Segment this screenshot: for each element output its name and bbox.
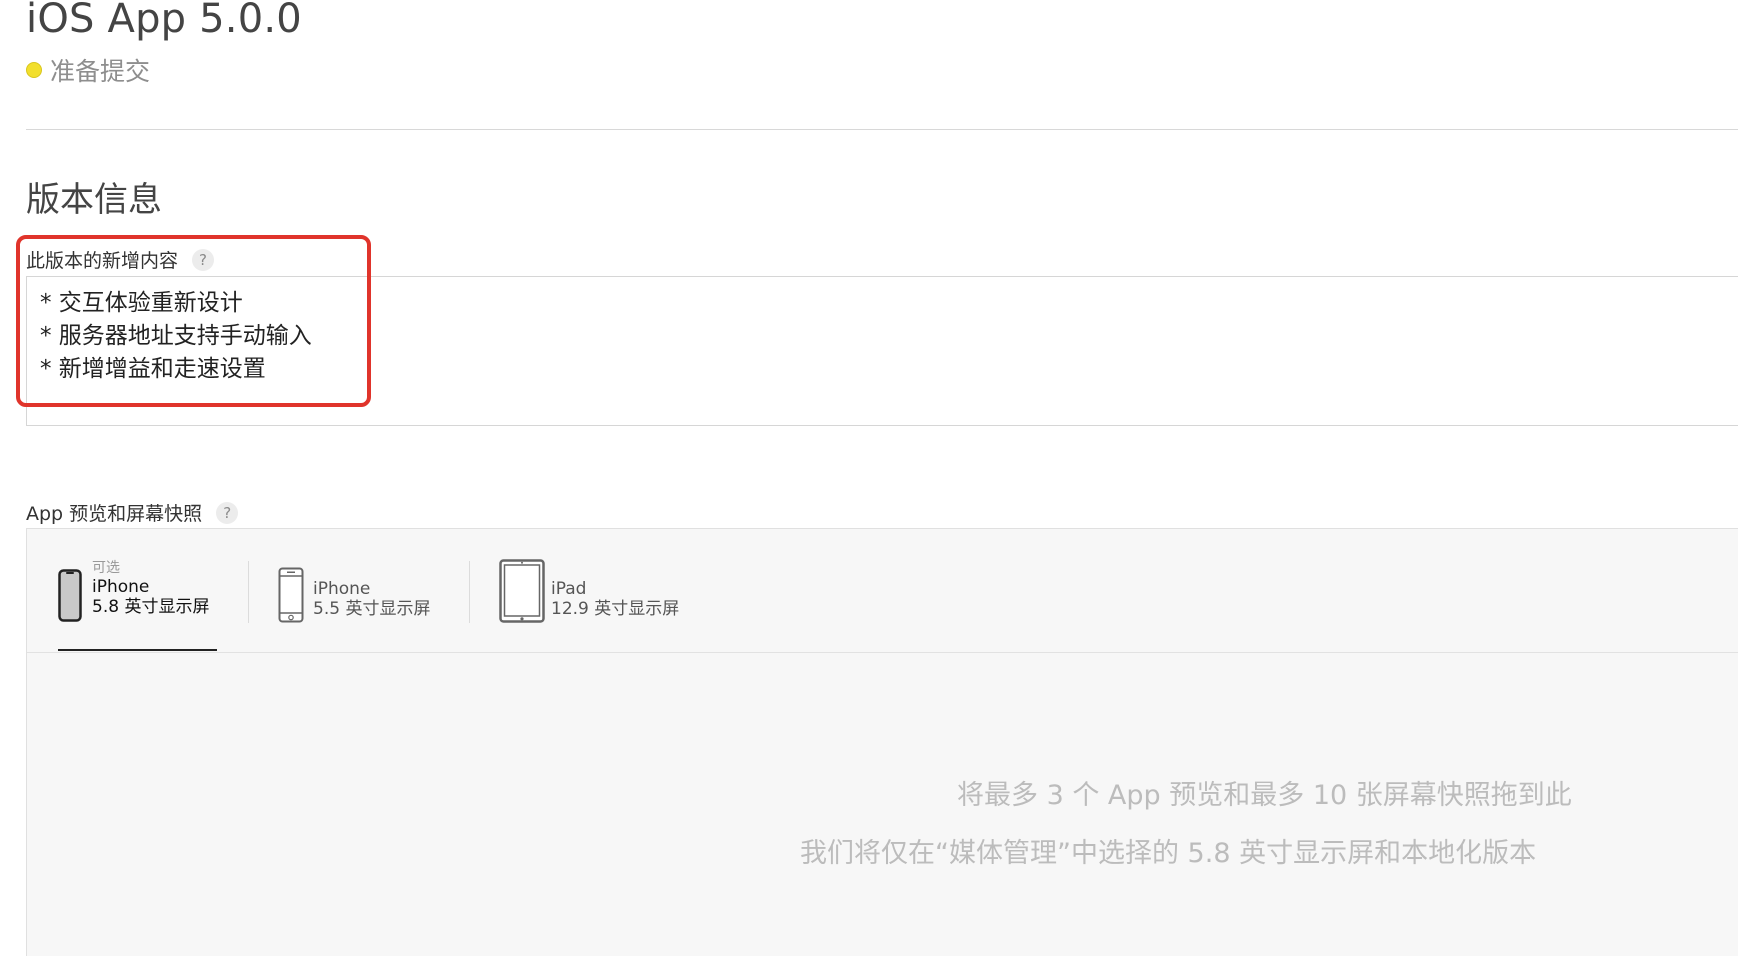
drop-zone-subhint: 我们将仅在“媒体管理”中选择的 5.8 英寸显示屏和本地化版本 xyxy=(800,838,1537,869)
status-dot-icon xyxy=(26,62,42,78)
tab-text: iPhone 5.5 英寸显示屏 xyxy=(313,579,430,619)
iphone-icon xyxy=(278,567,304,623)
whats-new-line: * 交互体验重新设计 xyxy=(40,290,243,316)
status-text: 准备提交 xyxy=(50,57,151,86)
app-version-title: iOS App 5.0.0 xyxy=(26,0,302,42)
tab-device-label: iPhone xyxy=(92,577,150,597)
media-panel: 可选 iPhone 5.8 英寸显示屏 iPhone 5.5 英寸显示屏 iPa… xyxy=(26,528,1738,956)
tab-ipad-12-9[interactable]: iPad 12.9 英寸显示屏 xyxy=(470,529,730,652)
tab-iphone-5-8[interactable]: 可选 iPhone 5.8 英寸显示屏 xyxy=(27,529,247,652)
help-icon[interactable]: ? xyxy=(216,501,239,524)
tab-size-label: 12.9 英寸显示屏 xyxy=(551,599,680,619)
iphone-x-icon xyxy=(58,569,82,622)
media-label-row: App 预览和屏幕快照 ? xyxy=(26,499,239,526)
whats-new-line: * 服务器地址支持手动输入 xyxy=(40,323,312,349)
device-tabs: 可选 iPhone 5.8 英寸显示屏 iPhone 5.5 英寸显示屏 iPa… xyxy=(27,529,1738,653)
header-divider xyxy=(26,129,1738,130)
whats-new-label-row: 此版本的新增内容 ? xyxy=(26,246,215,273)
media-label: App 预览和屏幕快照 xyxy=(26,503,203,525)
tab-optional-label: 可选 xyxy=(92,560,120,576)
tab-device-label: iPhone xyxy=(313,579,371,599)
whats-new-label: 此版本的新增内容 xyxy=(26,250,179,272)
tab-size-label: 5.5 英寸显示屏 xyxy=(313,599,431,619)
status-indicator: 准备提交 xyxy=(26,52,150,88)
tab-device-label: iPad xyxy=(551,579,587,599)
section-title-version-info: 版本信息 xyxy=(26,180,162,220)
whats-new-line: * 新增增益和走速设置 xyxy=(40,356,266,382)
app-store-connect-page: iOS App 5.0.0 准备提交 版本信息 此版本的新增内容 ? * 交互体… xyxy=(0,0,1738,956)
whats-new-textarea[interactable]: * 交互体验重新设计 * 服务器地址支持手动输入 * 新增增益和走速设置 xyxy=(26,276,1738,426)
help-icon[interactable]: ? xyxy=(192,248,215,271)
tab-text: iPad 12.9 英寸显示屏 xyxy=(551,579,679,619)
tab-size-label: 5.8 英寸显示屏 xyxy=(92,597,210,617)
active-tab-underline xyxy=(58,649,217,651)
whats-new-text[interactable]: * 交互体验重新设计 * 服务器地址支持手动输入 * 新增增益和走速设置 xyxy=(40,287,312,386)
ipad-icon xyxy=(499,559,545,623)
tab-text: 可选 iPhone 5.8 英寸显示屏 xyxy=(92,559,209,617)
tab-iphone-5-5[interactable]: iPhone 5.5 英寸显示屏 xyxy=(249,529,469,652)
drop-zone-hint: 将最多 3 个 App 预览和最多 10 张屏幕快照拖到此 xyxy=(957,780,1572,811)
